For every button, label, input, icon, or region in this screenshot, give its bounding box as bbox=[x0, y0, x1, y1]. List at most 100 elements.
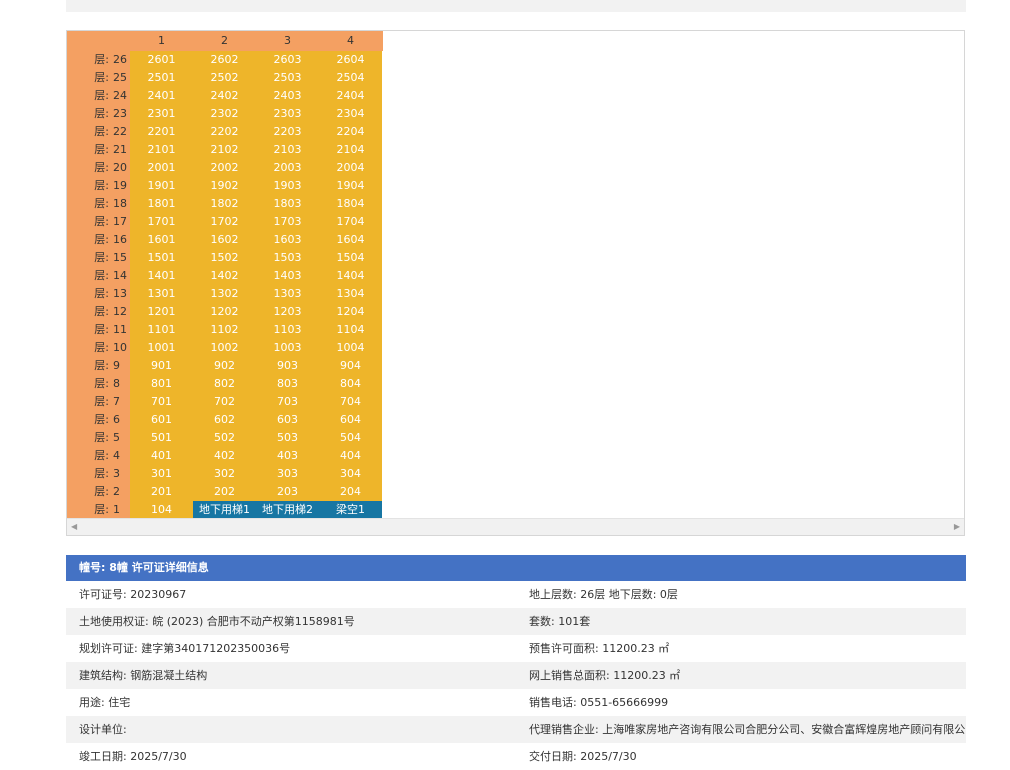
room-cell[interactable]: 1304 bbox=[319, 285, 382, 303]
room-cell[interactable]: 1904 bbox=[319, 177, 382, 195]
room-cell[interactable]: 903 bbox=[256, 357, 319, 375]
room-cell[interactable]: 502 bbox=[193, 429, 256, 447]
room-cell[interactable]: 804 bbox=[319, 375, 382, 393]
room-cell[interactable]: 204 bbox=[319, 483, 382, 501]
room-cell[interactable]: 902 bbox=[193, 357, 256, 375]
room-cell[interactable]: 1701 bbox=[130, 213, 193, 231]
room-cell[interactable]: 1002 bbox=[193, 339, 256, 357]
room-cell[interactable]: 401 bbox=[130, 447, 193, 465]
scroll-right-icon[interactable]: ▶ bbox=[954, 522, 960, 531]
room-cell[interactable]: 1302 bbox=[193, 285, 256, 303]
room-cell[interactable]: 1103 bbox=[256, 321, 319, 339]
room-cell[interactable]: 202 bbox=[193, 483, 256, 501]
room-cell[interactable]: 1202 bbox=[193, 303, 256, 321]
room-cell[interactable]: 2402 bbox=[193, 87, 256, 105]
room-cell[interactable]: 2304 bbox=[319, 105, 382, 123]
room-cell[interactable]: 1703 bbox=[256, 213, 319, 231]
room-cell[interactable]: 603 bbox=[256, 411, 319, 429]
room-cell[interactable]: 1003 bbox=[256, 339, 319, 357]
room-cell[interactable]: 203 bbox=[256, 483, 319, 501]
room-cell[interactable]: 1802 bbox=[193, 195, 256, 213]
room-cell[interactable]: 402 bbox=[193, 447, 256, 465]
room-cell[interactable]: 2001 bbox=[130, 159, 193, 177]
room-cell[interactable]: 1804 bbox=[319, 195, 382, 213]
room-cell[interactable]: 2604 bbox=[319, 51, 382, 69]
room-cell[interactable]: 201 bbox=[130, 483, 193, 501]
room-cell[interactable]: 2601 bbox=[130, 51, 193, 69]
room-cell[interactable]: 1101 bbox=[130, 321, 193, 339]
room-cell[interactable]: 梁空1 bbox=[319, 501, 382, 519]
room-cell[interactable]: 2504 bbox=[319, 69, 382, 87]
room-cell[interactable]: 303 bbox=[256, 465, 319, 483]
room-cell[interactable]: 1602 bbox=[193, 231, 256, 249]
room-cell[interactable]: 2204 bbox=[319, 123, 382, 141]
room-cell[interactable]: 2301 bbox=[130, 105, 193, 123]
room-cell[interactable]: 2502 bbox=[193, 69, 256, 87]
room-cell[interactable]: 803 bbox=[256, 375, 319, 393]
room-cell[interactable]: 1702 bbox=[193, 213, 256, 231]
room-cell[interactable]: 1504 bbox=[319, 249, 382, 267]
room-cell[interactable]: 1601 bbox=[130, 231, 193, 249]
room-cell[interactable]: 801 bbox=[130, 375, 193, 393]
room-cell[interactable]: 304 bbox=[319, 465, 382, 483]
room-cell[interactable]: 703 bbox=[256, 393, 319, 411]
room-cell[interactable]: 1901 bbox=[130, 177, 193, 195]
room-cell[interactable]: 503 bbox=[256, 429, 319, 447]
room-cell[interactable]: 1301 bbox=[130, 285, 193, 303]
room-cell[interactable]: 2202 bbox=[193, 123, 256, 141]
room-cell[interactable]: 2002 bbox=[193, 159, 256, 177]
room-cell[interactable]: 2101 bbox=[130, 141, 193, 159]
room-cell[interactable]: 1801 bbox=[130, 195, 193, 213]
room-cell[interactable]: 1503 bbox=[256, 249, 319, 267]
room-cell[interactable]: 2603 bbox=[256, 51, 319, 69]
room-cell[interactable]: 1104 bbox=[319, 321, 382, 339]
room-cell[interactable]: 504 bbox=[319, 429, 382, 447]
room-cell[interactable]: 1102 bbox=[193, 321, 256, 339]
room-cell[interactable]: 104 bbox=[130, 501, 193, 519]
room-cell[interactable]: 604 bbox=[319, 411, 382, 429]
room-cell[interactable]: 2203 bbox=[256, 123, 319, 141]
room-cell[interactable]: 1201 bbox=[130, 303, 193, 321]
room-cell[interactable]: 1604 bbox=[319, 231, 382, 249]
room-cell[interactable]: 2004 bbox=[319, 159, 382, 177]
room-cell[interactable]: 2602 bbox=[193, 51, 256, 69]
room-cell[interactable]: 2103 bbox=[256, 141, 319, 159]
room-cell[interactable]: 2404 bbox=[319, 87, 382, 105]
room-cell[interactable]: 301 bbox=[130, 465, 193, 483]
room-cell[interactable]: 地下用梯2 bbox=[256, 501, 319, 519]
room-cell[interactable]: 1402 bbox=[193, 267, 256, 285]
room-cell[interactable]: 1203 bbox=[256, 303, 319, 321]
room-cell[interactable]: 2102 bbox=[193, 141, 256, 159]
room-cell[interactable]: 1903 bbox=[256, 177, 319, 195]
room-cell[interactable]: 1403 bbox=[256, 267, 319, 285]
room-cell[interactable]: 1502 bbox=[193, 249, 256, 267]
room-cell[interactable]: 802 bbox=[193, 375, 256, 393]
room-cell[interactable]: 601 bbox=[130, 411, 193, 429]
room-cell[interactable]: 2104 bbox=[319, 141, 382, 159]
room-cell[interactable]: 1501 bbox=[130, 249, 193, 267]
scroll-left-icon[interactable]: ◀ bbox=[71, 522, 77, 531]
room-cell[interactable]: 602 bbox=[193, 411, 256, 429]
room-cell[interactable]: 1001 bbox=[130, 339, 193, 357]
room-cell[interactable]: 2303 bbox=[256, 105, 319, 123]
room-cell[interactable]: 2201 bbox=[130, 123, 193, 141]
room-cell[interactable]: 2302 bbox=[193, 105, 256, 123]
horizontal-scrollbar[interactable]: ◀ ▶ bbox=[67, 518, 964, 535]
room-cell[interactable]: 2401 bbox=[130, 87, 193, 105]
room-cell[interactable]: 1401 bbox=[130, 267, 193, 285]
room-cell[interactable]: 1204 bbox=[319, 303, 382, 321]
room-cell[interactable]: 501 bbox=[130, 429, 193, 447]
room-cell[interactable]: 1803 bbox=[256, 195, 319, 213]
room-cell[interactable]: 302 bbox=[193, 465, 256, 483]
room-cell[interactable]: 904 bbox=[319, 357, 382, 375]
room-cell[interactable]: 702 bbox=[193, 393, 256, 411]
room-cell[interactable]: 704 bbox=[319, 393, 382, 411]
room-cell[interactable]: 404 bbox=[319, 447, 382, 465]
room-cell[interactable]: 701 bbox=[130, 393, 193, 411]
room-cell[interactable]: 2003 bbox=[256, 159, 319, 177]
room-cell[interactable]: 地下用梯1 bbox=[193, 501, 256, 519]
room-cell[interactable]: 2403 bbox=[256, 87, 319, 105]
room-cell[interactable]: 2503 bbox=[256, 69, 319, 87]
room-cell[interactable]: 1404 bbox=[319, 267, 382, 285]
room-cell[interactable]: 1303 bbox=[256, 285, 319, 303]
